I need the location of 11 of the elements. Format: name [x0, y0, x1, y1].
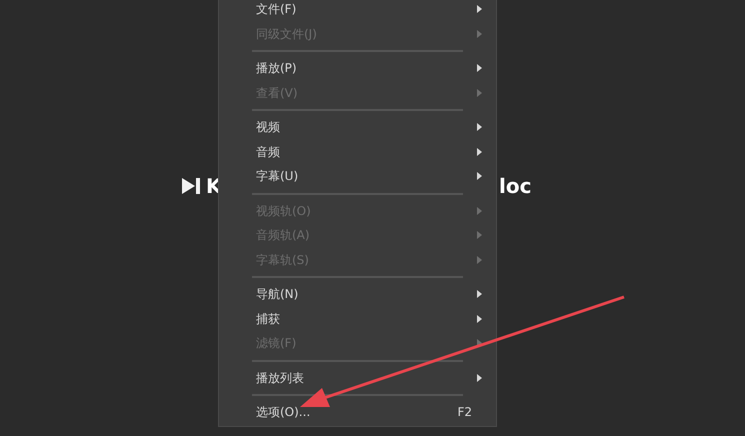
menu-item[interactable]: 字幕(U): [219, 164, 496, 188]
menu-item[interactable]: 选项(O)... F2: [219, 400, 496, 424]
menu-item[interactable]: 捕获: [219, 306, 496, 331]
menu-item[interactable]: 音频: [219, 140, 496, 164]
menu-item[interactable]: 导航(N): [219, 282, 496, 306]
logo-text: loc: [499, 176, 532, 196]
menu-item[interactable]: 视频: [219, 115, 496, 140]
menu-item[interactable]: 文件(F): [219, 0, 496, 22]
play-next-icon: [181, 177, 201, 195]
menu-item[interactable]: 播放(P): [219, 56, 496, 80]
menu-item[interactable]: 播放列表: [219, 366, 496, 390]
